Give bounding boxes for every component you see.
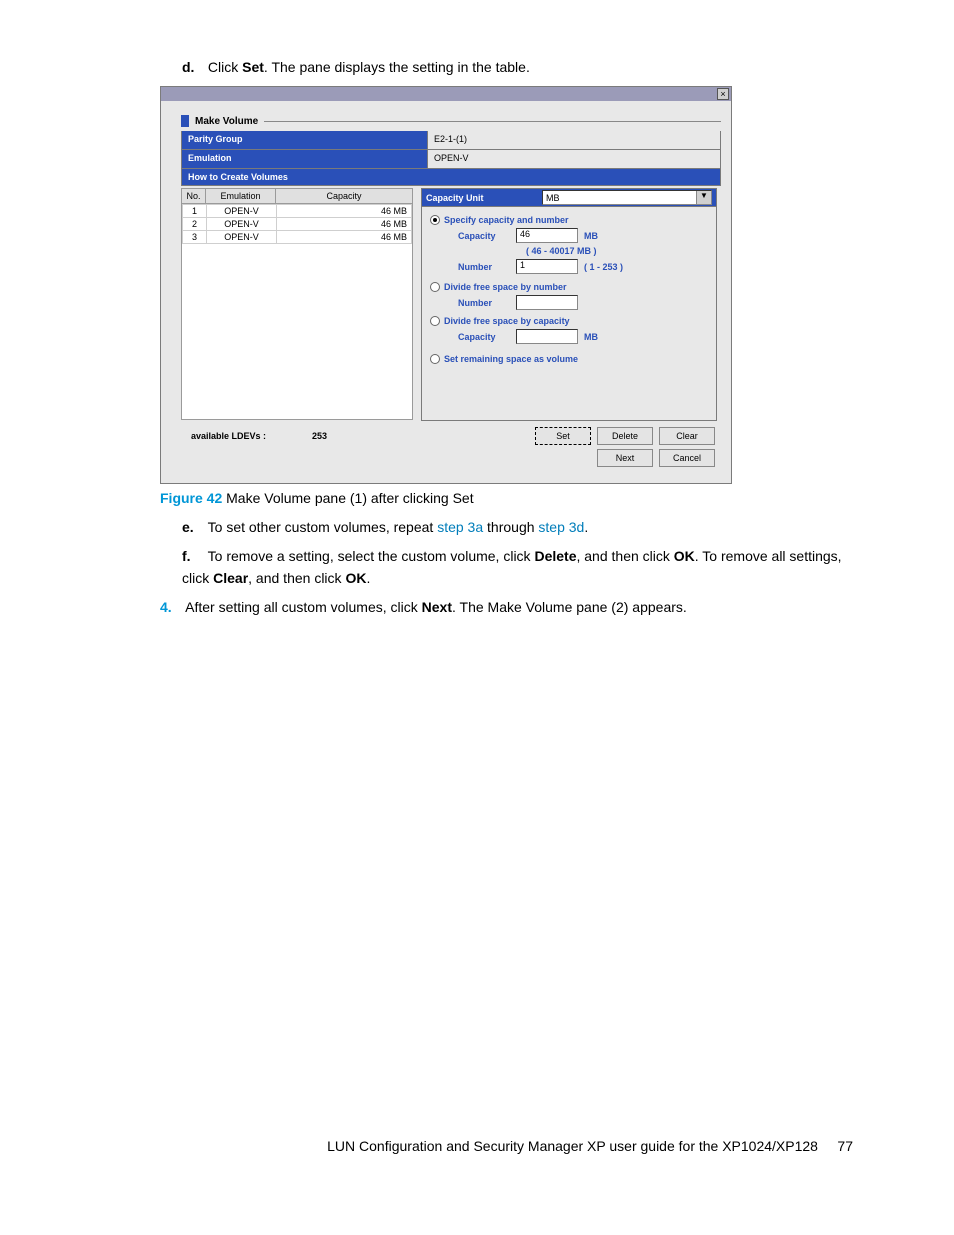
table-row[interactable]: 3 OPEN-V 46 MB — [183, 231, 412, 244]
option-remaining[interactable]: Set remaining space as volume — [430, 354, 710, 364]
step-4-number: 4. — [160, 596, 182, 618]
page-number: 77 — [837, 1138, 853, 1154]
available-ldevs-value: 253 — [312, 431, 327, 441]
page-footer: LUN Configuration and Security Manager X… — [160, 1138, 859, 1154]
emulation-value: OPEN-V — [428, 150, 720, 168]
radio-icon — [430, 282, 440, 292]
radio-icon — [430, 215, 440, 225]
available-ldevs-label: available LDEVs : — [191, 431, 266, 441]
step-f: f. To remove a setting, select the custo… — [182, 545, 859, 590]
option-divide-number[interactable]: Divide free space by number — [430, 282, 710, 292]
col-emulation: Emulation — [206, 189, 276, 204]
close-icon[interactable]: × — [717, 88, 729, 100]
radio-icon — [430, 354, 440, 364]
step-d-text: Click Set. The pane displays the setting… — [208, 59, 530, 75]
window-titlebar: × — [161, 87, 731, 101]
figure-label: Figure 42 — [160, 490, 222, 506]
step-d: d. Click Set. The pane displays the sett… — [182, 56, 859, 78]
table-row[interactable]: 2 OPEN-V 46 MB — [183, 218, 412, 231]
number-input[interactable]: 1 — [516, 259, 578, 274]
chevron-down-icon: ▼ — [696, 191, 711, 204]
capacity3-input[interactable] — [516, 329, 578, 344]
option-divide-capacity[interactable]: Divide free space by capacity — [430, 316, 710, 326]
figure-caption: Figure 42 Make Volume pane (1) after cli… — [160, 490, 859, 506]
delete-button[interactable]: Delete — [597, 427, 653, 445]
number-range-hint: ( 1 - 253 ) — [584, 262, 638, 272]
volume-table[interactable]: No. Emulation Capacity — [181, 188, 413, 204]
col-no: No. — [182, 189, 206, 204]
step-4: 4. After setting all custom volumes, cli… — [160, 596, 859, 618]
capacity-input[interactable]: 46 — [516, 228, 578, 243]
footer-text: LUN Configuration and Security Manager X… — [327, 1138, 818, 1154]
step-e-letter: e. — [182, 516, 204, 538]
capacity-unit-suffix: MB — [584, 231, 638, 241]
make-volume-screenshot: × Make Volume Parity Group E2-1-(1) Emul… — [160, 86, 732, 484]
capacity-unit-label: Capacity Unit — [426, 193, 538, 203]
number2-label: Number — [458, 298, 510, 308]
cancel-button[interactable]: Cancel — [659, 449, 715, 467]
set-button[interactable]: Set — [535, 427, 591, 445]
step-e: e. To set other custom volumes, repeat s… — [182, 516, 859, 538]
table-row[interactable]: 1 OPEN-V 46 MB — [183, 205, 412, 218]
capacity-unit-row: Capacity Unit MB ▼ — [421, 188, 717, 207]
step-f-letter: f. — [182, 545, 204, 567]
header-bullet-icon — [181, 115, 189, 127]
radio-icon — [430, 316, 440, 326]
link-step-3a[interactable]: step 3a — [437, 519, 483, 535]
capacity-range-hint: ( 46 - 40017 MB ) — [526, 246, 710, 256]
next-button[interactable]: Next — [597, 449, 653, 467]
number2-input[interactable] — [516, 295, 578, 310]
step-d-letter: d. — [182, 56, 204, 78]
capacity-unit-select[interactable]: MB ▼ — [542, 190, 712, 205]
col-capacity: Capacity — [276, 189, 413, 204]
emulation-label: Emulation — [182, 150, 428, 168]
option-specify[interactable]: Specify capacity and number — [430, 215, 710, 225]
how-to-create-label: How to Create Volumes — [181, 169, 721, 186]
pane-title: Make Volume — [195, 116, 258, 127]
capacity3-label: Capacity — [458, 332, 510, 342]
pane-header: Make Volume — [181, 115, 721, 127]
parity-group-value: E2-1-(1) — [428, 131, 720, 149]
capacity3-unit-suffix: MB — [584, 332, 638, 342]
link-step-3d[interactable]: step 3d — [538, 519, 584, 535]
capacity-label: Capacity — [458, 231, 510, 241]
volume-table-wrap: No. Emulation Capacity 1 OPEN-V 46 MB — [181, 188, 413, 420]
parity-group-label: Parity Group — [182, 131, 428, 149]
figure-text: Make Volume pane (1) after clicking Set — [226, 490, 473, 506]
clear-button[interactable]: Clear — [659, 427, 715, 445]
number-label: Number — [458, 262, 510, 272]
